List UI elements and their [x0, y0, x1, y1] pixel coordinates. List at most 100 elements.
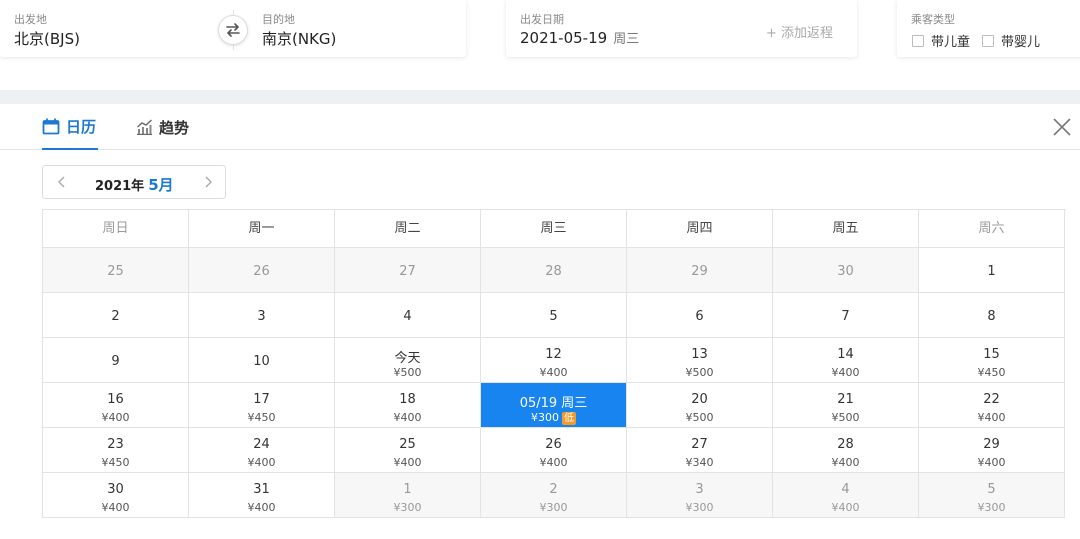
calendar-week-row: 23 ¥450 24 ¥400 25 ¥400 26 ¥400 27 ¥340 28 ¥400 29 ¥4…: [43, 428, 1066, 473]
day-cell[interactable]: 26 ¥400: [481, 428, 627, 473]
day-cell[interactable]: 1: [919, 248, 1065, 293]
day-cell[interactable]: 27 ¥340: [627, 428, 773, 473]
selected-day-cell[interactable]: 05/19 周三 ¥300 低: [481, 383, 627, 428]
day-cell[interactable]: 18 ¥400: [335, 383, 481, 428]
day-cell[interactable]: 16 ¥400: [43, 383, 189, 428]
close-button[interactable]: [1052, 117, 1072, 137]
day-cell[interactable]: 30: [773, 248, 919, 293]
day-number: 4: [841, 482, 850, 497]
day-cell[interactable]: 23 ¥450: [43, 428, 189, 473]
day-cell[interactable]: 21 ¥500: [773, 383, 919, 428]
weekday-header: 周一: [189, 210, 335, 248]
day-price-row: ¥400: [335, 456, 480, 469]
day-number: 5: [549, 309, 558, 324]
passenger-label: 乘客类型: [911, 13, 955, 26]
day-cell[interactable]: 29 ¥400: [919, 428, 1065, 473]
day-cell[interactable]: 13 ¥500: [627, 338, 773, 383]
calendar-panel: 日历 趋势 2021年 5月 周日 周一 周二 周三 周四 周五 周六 25 2…: [0, 104, 1080, 539]
day-cell[interactable]: 27: [335, 248, 481, 293]
day-price: ¥450: [977, 366, 1006, 379]
day-number: 29: [983, 437, 1000, 452]
day-price: ¥400: [831, 366, 860, 379]
day-cell[interactable]: 2 ¥300: [481, 473, 627, 518]
day-cell[interactable]: 10: [189, 338, 335, 383]
day-number: 8: [987, 309, 996, 324]
search-bar: 出发地 北京(BJS) 目的地 南京(NKG) 出发日期 2021-05-19 周…: [0, 0, 1080, 104]
day-cell[interactable]: 12 ¥400: [481, 338, 627, 383]
day-price: ¥400: [393, 456, 422, 469]
day-number: 31: [253, 482, 270, 497]
day-price-row: ¥450: [189, 411, 334, 424]
day-cell[interactable]: 25: [43, 248, 189, 293]
day-number: 27: [691, 437, 708, 452]
add-return-button[interactable]: + 添加返程: [766, 22, 833, 41]
day-cell[interactable]: 4: [335, 293, 481, 338]
day-cell[interactable]: 14 ¥400: [773, 338, 919, 383]
child-checkbox[interactable]: 带儿童: [912, 31, 970, 50]
nav-year: 2021年: [95, 179, 145, 194]
departure-weekday: 周三: [613, 32, 640, 47]
day-price-row: ¥400: [919, 411, 1064, 424]
tab-calendar[interactable]: 日历: [42, 104, 99, 150]
day-cell[interactable]: 3 ¥300: [627, 473, 773, 518]
day-number: 5: [987, 482, 996, 497]
from-label: 出发地: [14, 13, 47, 26]
from-city-field[interactable]: 北京(BJS): [14, 28, 80, 49]
day-cell[interactable]: 28: [481, 248, 627, 293]
day-number: 29: [691, 264, 708, 279]
day-price-row: ¥300: [335, 501, 480, 514]
day-number: 今天: [394, 351, 421, 366]
day-cell[interactable]: 1 ¥300: [335, 473, 481, 518]
departure-date-field[interactable]: 2021-05-19 周三: [520, 28, 639, 47]
day-price-row: ¥300: [481, 501, 626, 514]
calendar-icon: [42, 118, 60, 134]
day-price-row: ¥500: [335, 366, 480, 379]
weekday-header: 周三: [481, 210, 627, 248]
tab-bar: 日历 趋势: [0, 104, 1080, 150]
day-cell[interactable]: 25 ¥400: [335, 428, 481, 473]
chevron-left-icon[interactable]: [55, 175, 69, 189]
day-cell[interactable]: 6: [627, 293, 773, 338]
day-number: 1: [403, 482, 412, 497]
swap-cities-button[interactable]: [218, 15, 248, 45]
day-cell[interactable]: 30 ¥400: [43, 473, 189, 518]
day-cell[interactable]: 29: [627, 248, 773, 293]
date-label: 出发日期: [520, 13, 564, 26]
day-price-row: ¥400: [189, 456, 334, 469]
day-price-row: ¥500: [627, 366, 772, 379]
day-cell[interactable]: 2: [43, 293, 189, 338]
day-cell[interactable]: 31 ¥400: [189, 473, 335, 518]
day-cell[interactable]: 8: [919, 293, 1065, 338]
day-cell[interactable]: 20 ¥500: [627, 383, 773, 428]
checkbox-box[interactable]: [912, 34, 924, 47]
day-number: 22: [983, 392, 1000, 407]
day-cell[interactable]: 24 ¥400: [189, 428, 335, 473]
day-cell[interactable]: 7: [773, 293, 919, 338]
chevron-right-icon[interactable]: [201, 175, 215, 189]
infant-label: 带婴儿: [1001, 35, 1041, 50]
day-cell[interactable]: 5 ¥300: [919, 473, 1065, 518]
day-cell[interactable]: 3: [189, 293, 335, 338]
day-cell[interactable]: 5: [481, 293, 627, 338]
day-cell[interactable]: 15 ¥450: [919, 338, 1065, 383]
weekday-header-row: 周日 周一 周二 周三 周四 周五 周六: [43, 210, 1066, 248]
tab-trend[interactable]: 趋势: [136, 104, 189, 150]
day-number: 10: [253, 354, 270, 369]
day-cell[interactable]: 9: [43, 338, 189, 383]
day-cell[interactable]: 4 ¥400: [773, 473, 919, 518]
day-number: 7: [841, 309, 850, 324]
day-cell[interactable]: 今天 ¥500: [335, 338, 481, 383]
calendar-week-row: 30 ¥400 31 ¥400 1 ¥300 2 ¥300 3 ¥300 4 ¥400 5 ¥300: [43, 473, 1066, 518]
day-cell[interactable]: 28 ¥400: [773, 428, 919, 473]
day-cell[interactable]: 22 ¥400: [919, 383, 1065, 428]
day-price-row: ¥400: [773, 501, 918, 514]
day-cell[interactable]: 26: [189, 248, 335, 293]
trend-chart-icon: [137, 119, 152, 135]
infant-checkbox[interactable]: 带婴儿: [982, 31, 1040, 50]
day-price-row: ¥400: [43, 501, 188, 514]
day-cell[interactable]: 17 ¥450: [189, 383, 335, 428]
day-price: ¥400: [101, 501, 130, 514]
close-icon: [1053, 118, 1071, 136]
checkbox-box[interactable]: [982, 34, 994, 47]
to-city-field[interactable]: 南京(NKG): [262, 28, 336, 49]
